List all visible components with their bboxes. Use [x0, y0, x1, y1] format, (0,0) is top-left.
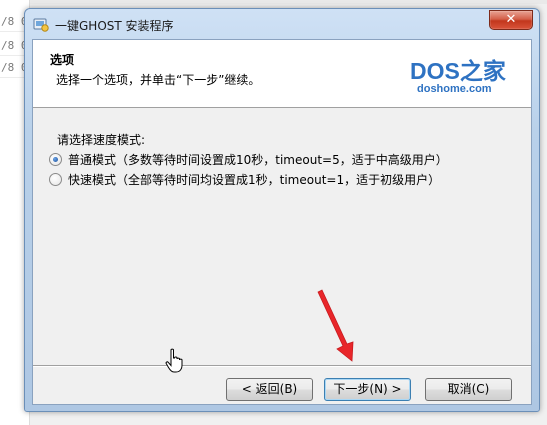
radio-option-normal[interactable]: 普通模式（多数等待时间设置成10秒，timeout=5，适于中高级用户）: [49, 150, 448, 168]
installer-window: 一键GHOST 安装程序 ✕ 选项 选择一个选项，并单击“下一步”继续。 DOS…: [24, 8, 540, 412]
title-bar[interactable]: 一键GHOST 安装程序 ✕: [25, 9, 539, 39]
site-logo: DOS之家 doshome.com: [410, 52, 518, 100]
radio-label-fast: 快速模式（全部等待时间均设置成1秒，timeout=1，适于初级用户）: [68, 172, 441, 187]
radio-option-fast[interactable]: 快速模式（全部等待时间均设置成1秒，timeout=1，适于初级用户）: [49, 170, 440, 188]
next-button[interactable]: 下一步(N) >: [324, 378, 411, 401]
close-button[interactable]: ✕: [489, 10, 533, 30]
window-title: 一键GHOST 安装程序: [55, 19, 174, 33]
cancel-button[interactable]: 取消(C): [425, 378, 512, 401]
wizard-client-area: 选项 选择一个选项，并单击“下一步”继续。 DOS之家 doshome.com …: [32, 39, 532, 405]
button-divider: [33, 365, 531, 367]
speed-mode-prompt: 请选择速度模式:: [57, 133, 146, 147]
close-icon: ✕: [505, 12, 517, 27]
back-button[interactable]: < 返回(B): [226, 378, 313, 401]
wizard-header: 选项 选择一个选项，并单击“下一步”继续。 DOS之家 doshome.com: [33, 40, 531, 108]
page-title: 选项: [50, 53, 75, 67]
radio-label-normal: 普通模式（多数等待时间设置成10秒，timeout=5，适于中高级用户）: [68, 152, 448, 167]
hand-cursor-icon: [165, 348, 183, 373]
background-toolbar: [30, 0, 547, 4]
radio-button-checked[interactable]: [49, 152, 62, 166]
logo-url: doshome.com: [417, 83, 492, 95]
logo-name: DOS之家: [410, 58, 506, 84]
page-subtitle: 选择一个选项，并单击“下一步”继续。: [56, 73, 261, 87]
installer-icon: [33, 16, 49, 32]
radio-button-unchecked[interactable]: [49, 172, 62, 186]
